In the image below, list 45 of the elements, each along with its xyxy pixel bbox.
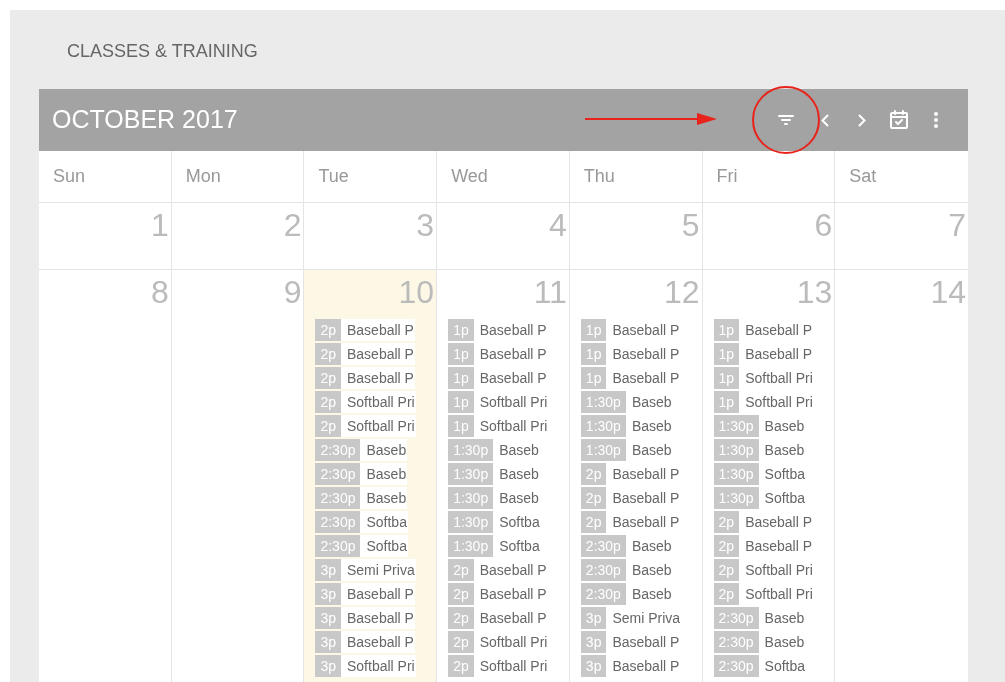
event-title: Softball Pri (341, 391, 416, 413)
more-icon (934, 112, 938, 128)
event-title: Baseball P (341, 319, 415, 341)
weekday-header: Wed (437, 151, 570, 202)
day-number: 9 (283, 273, 302, 312)
day-number: 5 (681, 206, 700, 245)
weekday-header: Sun (39, 151, 172, 202)
event-title: Baseball P (341, 631, 415, 653)
event-title: Baseball P (341, 343, 415, 365)
event-title: Baseball P (341, 367, 415, 389)
page-title: CLASSES & TRAINING (66, 40, 259, 63)
day-number: 3 (416, 206, 435, 245)
event-title: Softball Pri (341, 655, 416, 677)
event-title: Baseball P (341, 607, 415, 629)
day-number: 1 (150, 206, 169, 245)
day-number: 6 (814, 206, 833, 245)
event-title: Softba (360, 511, 408, 533)
day-number: 12 (663, 273, 700, 312)
today-button[interactable] (887, 108, 911, 132)
weekday-header: Thu (569, 151, 703, 202)
day-number: 7 (948, 206, 966, 245)
month-title: OCTOBER 2017 (52, 104, 238, 136)
day-number: 13 (796, 273, 833, 312)
chevron-left-icon (821, 113, 829, 127)
chevron-right-icon (858, 113, 866, 127)
day-cell[interactable] (304, 270, 438, 682)
weekday-header: Sat (848, 165, 878, 188)
day-number: 10 (398, 273, 435, 312)
day-number: 4 (549, 206, 567, 245)
day-number: 2 (283, 206, 302, 245)
filter-icon (778, 114, 794, 126)
day-number: 14 (930, 273, 966, 312)
event-title: Semi Priva (341, 559, 416, 581)
day-number: 11 (533, 273, 567, 312)
calendar-check-icon (887, 108, 911, 132)
weekday-header: Fri (702, 151, 836, 202)
event-title: Softball Pri (341, 415, 416, 437)
event-title: Baseball P (341, 583, 415, 605)
event-title: Baseb (360, 463, 408, 485)
weekday-header: Tue (304, 151, 438, 202)
event-title: Baseb (360, 439, 408, 461)
event-title: Baseb (360, 487, 408, 509)
event-title: Softba (360, 535, 408, 557)
weekday-header: Mon (171, 151, 305, 202)
day-number: 8 (150, 273, 169, 312)
